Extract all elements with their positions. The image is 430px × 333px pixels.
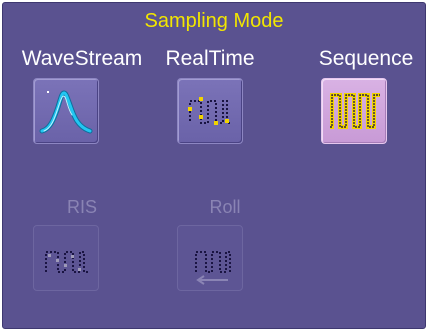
sequence-pulses-icon xyxy=(330,93,380,129)
wavestream-button[interactable] xyxy=(33,78,99,144)
ris-button[interactable] xyxy=(33,225,99,291)
roll-squarewave-icon xyxy=(195,251,231,285)
sampling-mode-panel: Sampling Mode WaveStream RealTime Sequen… xyxy=(2,2,426,329)
roll-label: Roll xyxy=(209,197,241,217)
ris-label: RIS xyxy=(66,197,97,217)
realtime-squarewave-icon xyxy=(188,97,232,125)
roll-button[interactable] xyxy=(177,225,243,291)
ris-squarewave-icon xyxy=(45,251,89,273)
sequence-button[interactable] xyxy=(321,78,387,144)
realtime-label: RealTime xyxy=(165,47,255,70)
realtime-button[interactable] xyxy=(177,78,243,144)
wavestream-waveform-icon xyxy=(39,90,93,134)
sequence-label: Sequence xyxy=(318,47,414,70)
panel-title: Sampling Mode xyxy=(144,10,284,32)
